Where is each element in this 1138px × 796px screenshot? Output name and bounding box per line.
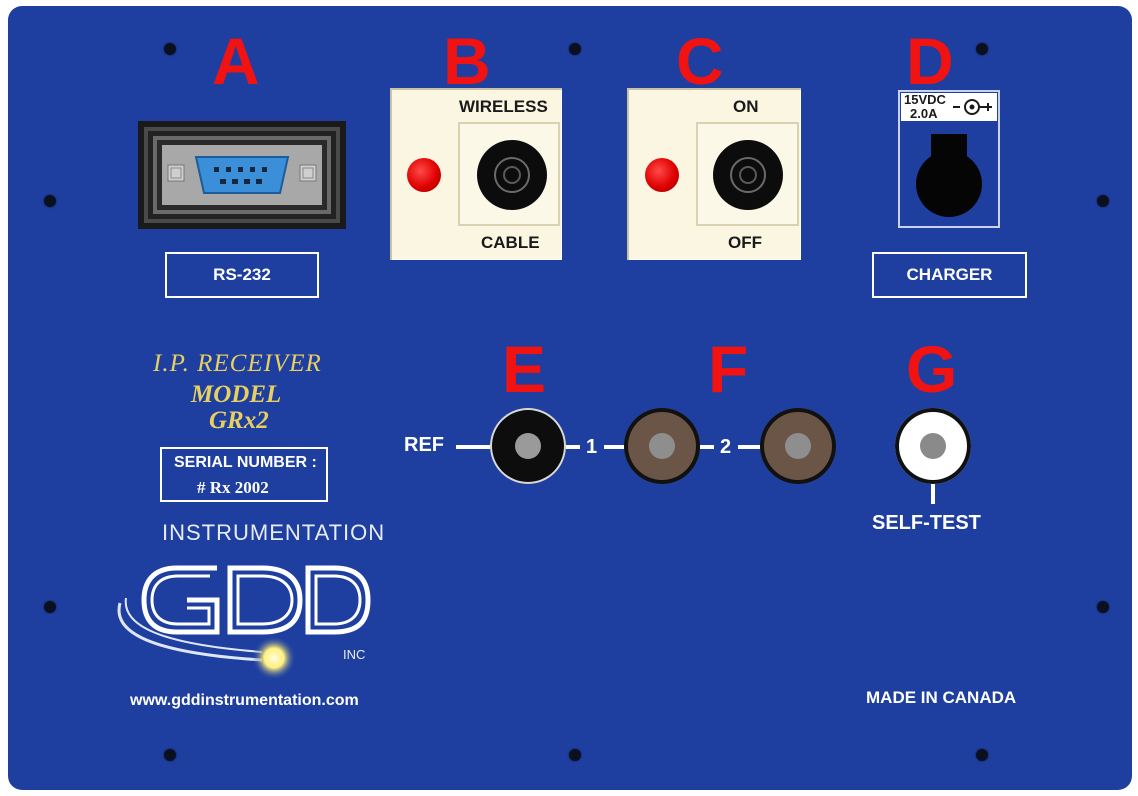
ref-line	[456, 445, 492, 449]
letter-f: F	[708, 332, 749, 406]
led-indicator-icon	[645, 158, 679, 192]
ch1-ch2-line-b	[738, 445, 762, 449]
ch1-ch2-line-a	[700, 445, 714, 449]
self-test-label: SELF-TEST	[872, 512, 981, 534]
ch1-label: 1	[586, 436, 598, 458]
screw-icon	[44, 601, 56, 613]
made-in-canada: MADE IN CANADA	[866, 688, 1017, 707]
toggle-switch-icon[interactable]	[713, 140, 783, 210]
letter-d: D	[906, 24, 954, 98]
screw-icon	[1097, 601, 1109, 613]
screw-icon	[164, 749, 176, 761]
screw-icon	[1097, 195, 1109, 207]
toggle-switch-icon[interactable]	[477, 140, 547, 210]
polarity-symbol-icon	[953, 99, 992, 115]
model-label: MODEL	[191, 381, 282, 408]
letter-a: A	[212, 24, 260, 98]
letter-e: E	[502, 332, 547, 406]
screw-icon	[569, 749, 581, 761]
db9-connector-icon[interactable]	[138, 121, 346, 229]
rs232-label: RS-232	[165, 252, 319, 298]
letter-g: G	[906, 332, 958, 406]
dc-jack-icon[interactable]	[914, 134, 984, 220]
led-indicator-icon	[407, 158, 441, 192]
banana-jack-icon[interactable]	[895, 408, 971, 484]
letter-c: C	[676, 24, 724, 98]
screw-icon	[976, 43, 988, 55]
banana-jack-icon[interactable]	[760, 408, 836, 484]
on-label: ON	[733, 97, 759, 116]
gdd-logo-icon	[117, 565, 371, 678]
ref-ch1-line-a	[566, 445, 580, 449]
screw-icon	[569, 43, 581, 55]
screw-icon	[44, 195, 56, 207]
receiver-text: I.P. RECEIVER	[153, 350, 322, 377]
charger-label: CHARGER	[872, 252, 1027, 298]
banana-jack-icon[interactable]	[490, 408, 566, 484]
brand-inc: INC	[343, 647, 366, 662]
serial-value: # Rx 2002	[197, 478, 269, 497]
charger-voltage: 15VDC	[904, 92, 946, 107]
screw-icon	[976, 749, 988, 761]
ch2-label: 2	[720, 436, 732, 458]
cable-label: CABLE	[481, 233, 540, 252]
banana-jack-icon[interactable]	[624, 408, 700, 484]
off-label: OFF	[728, 233, 762, 252]
screw-icon	[164, 43, 176, 55]
letter-b: B	[443, 24, 491, 98]
website: www.gddinstrumentation.com	[130, 692, 359, 709]
ref-ch1-line-b	[604, 445, 626, 449]
wireless-label: WIRELESS	[459, 97, 548, 116]
brand-instrumentation: INSTRUMENTATION	[162, 520, 386, 545]
charger-current: 2.0A	[910, 106, 938, 121]
self-test-line	[931, 484, 935, 504]
ref-label: REF	[404, 434, 444, 456]
serial-label: SERIAL NUMBER :	[174, 454, 317, 471]
model-name: GRx2	[209, 407, 269, 434]
